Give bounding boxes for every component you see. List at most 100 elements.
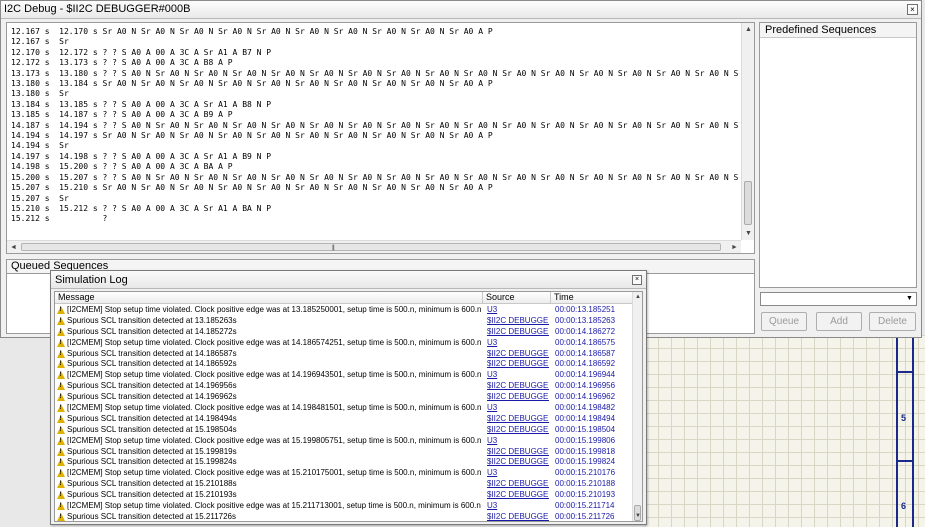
log-message: [I2CMEM] Stop setup time violated. Clock…	[67, 435, 481, 445]
close-icon[interactable]: ×	[907, 4, 918, 15]
log-message: Spurious SCL transition detected at 14.1…	[67, 381, 237, 391]
warning-icon	[57, 436, 65, 445]
column-header-time[interactable]: Time	[551, 292, 633, 304]
warning-icon	[57, 425, 65, 434]
log-source-link[interactable]: $II2C DEBUGGE...	[487, 479, 549, 490]
log-line[interactable]: 12.170 s 12.172 s ? ? S A0 A 00 A 3C A S…	[11, 48, 738, 58]
log-line[interactable]: 15.200 s 15.207 s ? ? S A0 N Sr A0 N Sr …	[11, 173, 738, 183]
log-source-link[interactable]: U3	[487, 403, 549, 414]
log-row[interactable]: [I2CMEM] Stop setup time violated. Clock…	[55, 436, 631, 447]
transaction-log[interactable]: 12.167 s 12.170 s Sr A0 N Sr A0 N Sr A0 …	[6, 22, 755, 254]
vertical-scrollbar[interactable]: ▲ ▼	[741, 23, 754, 240]
log-line[interactable]: 14.187 s 14.194 s ? ? S A0 N Sr A0 N Sr …	[11, 121, 738, 131]
log-row[interactable]: Spurious SCL transition detected at 15.2…	[55, 479, 631, 490]
log-time: 00:00:15.210188	[555, 479, 616, 489]
column-header-source[interactable]: Source	[483, 292, 551, 304]
log-source-link[interactable]: $II2C DEBUGGE...	[487, 359, 549, 370]
log-row[interactable]: [I2CMEM] Stop setup time violated. Clock…	[55, 305, 631, 316]
log-source-link[interactable]: $II2C DEBUGGE...	[487, 327, 549, 338]
log-row[interactable]: Spurious SCL transition detected at 14.1…	[55, 359, 631, 370]
grip-icon: |||	[332, 245, 335, 251]
log-row[interactable]: [I2CMEM] Stop setup time violated. Clock…	[55, 338, 631, 349]
window-titlebar[interactable]: I2C Debug - $II2C DEBUGGER#000B ×	[1, 1, 921, 19]
warning-icon	[57, 404, 65, 413]
log-row[interactable]: Spurious SCL transition detected at 15.1…	[55, 457, 631, 468]
scroll-down-icon[interactable]: ▼	[633, 511, 642, 521]
transaction-log-lines: 12.167 s 12.170 s Sr A0 N Sr A0 N Sr A0 …	[11, 27, 738, 225]
log-source-link[interactable]: $II2C DEBUGGE...	[487, 349, 549, 360]
log-source-link[interactable]: $II2C DEBUGGE...	[487, 316, 549, 327]
warning-icon	[57, 447, 65, 456]
log-row[interactable]: Spurious SCL transition detected at 15.2…	[55, 511, 631, 521]
log-source-link[interactable]: U3	[487, 436, 549, 447]
log-line[interactable]: 15.210 s 15.212 s ? ? S A0 A 00 A 3C A S…	[11, 204, 738, 214]
log-row[interactable]: [I2CMEM] Stop setup time violated. Clock…	[55, 370, 631, 381]
add-button[interactable]: Add	[816, 312, 862, 331]
column-header-message[interactable]: Message	[55, 292, 483, 304]
scroll-down-icon[interactable]: ▼	[742, 227, 754, 240]
log-source-link[interactable]: U3	[487, 370, 549, 381]
log-message: [I2CMEM] Stop setup time violated. Clock…	[67, 501, 481, 511]
scroll-left-icon[interactable]: ◄	[7, 241, 20, 253]
simulation-log-titlebar[interactable]: Simulation Log ×	[51, 271, 646, 289]
log-source-link[interactable]: U3	[487, 338, 549, 349]
log-source-link[interactable]: $II2C DEBUGGE...	[487, 425, 549, 436]
log-line[interactable]: 14.197 s 14.198 s ? ? S A0 A 00 A 3C A S…	[11, 152, 738, 162]
log-source-link[interactable]: $II2C DEBUGGE...	[487, 490, 549, 501]
log-source-link[interactable]: $II2C DEBUGGE...	[487, 414, 549, 425]
warning-icon	[57, 349, 65, 358]
log-row[interactable]: [I2CMEM] Stop setup time violated. Clock…	[55, 501, 631, 512]
log-line[interactable]: 13.184 s 13.185 s ? ? S A0 A 00 A 3C A S…	[11, 100, 738, 110]
log-row[interactable]: Spurious SCL transition detected at 14.1…	[55, 414, 631, 425]
scroll-up-icon[interactable]: ▲	[633, 292, 642, 302]
log-source-link[interactable]: $II2C DEBUGGE...	[487, 381, 549, 392]
log-row[interactable]: [I2CMEM] Stop setup time violated. Clock…	[55, 468, 631, 479]
log-source-link[interactable]: $II2C DEBUGGE...	[487, 392, 549, 403]
log-source-link[interactable]: U3	[487, 305, 549, 316]
log-line[interactable]: 13.180 s 13.184 s Sr A0 N Sr A0 N Sr A0 …	[11, 79, 738, 89]
log-line[interactable]: 15.207 s Sr	[11, 194, 738, 204]
log-source-link[interactable]: $II2C DEBUGGE...	[487, 447, 549, 458]
scroll-up-icon[interactable]: ▲	[742, 23, 754, 36]
log-time: 00:00:15.211726	[555, 511, 615, 521]
log-source-link[interactable]: U3	[487, 501, 549, 512]
scroll-thumb[interactable]	[744, 181, 752, 225]
log-line[interactable]: 15.207 s 15.210 s Sr A0 N Sr A0 N Sr A0 …	[11, 183, 738, 193]
log-row[interactable]: Spurious SCL transition detected at 14.1…	[55, 381, 631, 392]
log-row[interactable]: Spurious SCL transition detected at 14.1…	[55, 392, 631, 403]
log-line[interactable]: 12.167 s Sr	[11, 37, 738, 47]
queue-button[interactable]: Queue	[761, 312, 807, 331]
log-source-link[interactable]: $II2C DEBUGGE...	[487, 457, 549, 468]
vertical-scrollbar[interactable]: ▲ ▼	[632, 292, 642, 521]
log-row[interactable]: Spurious SCL transition detected at 15.2…	[55, 490, 631, 501]
log-time: 00:00:14.196956	[555, 381, 616, 391]
predefined-sequences-panel[interactable]: Predefined Sequences	[759, 22, 917, 288]
log-line[interactable]: 12.167 s 12.170 s Sr A0 N Sr A0 N Sr A0 …	[11, 27, 738, 37]
log-line[interactable]: 12.172 s 13.173 s ? ? S A0 A 00 A 3C A B…	[11, 58, 738, 68]
log-time: 00:00:15.211714	[555, 501, 615, 511]
log-source-link[interactable]: U3	[487, 468, 549, 479]
close-icon[interactable]: ×	[632, 275, 642, 285]
log-row[interactable]: Spurious SCL transition detected at 14.1…	[55, 349, 631, 360]
horizontal-scrollbar[interactable]: ◄ ||| ►	[7, 240, 741, 253]
log-row[interactable]: Spurious SCL transition detected at 15.1…	[55, 447, 631, 458]
log-line[interactable]: 15.212 s ?	[11, 214, 738, 224]
sequence-select[interactable]: ▼	[760, 292, 917, 306]
schematic-frame-line	[896, 460, 914, 462]
log-source-link[interactable]: $II2C DEBUGGE...	[487, 512, 549, 521]
simulation-log-grid[interactable]: Message Source Time [I2CMEM] Stop setup …	[54, 291, 643, 522]
chevron-down-icon[interactable]: ▼	[904, 294, 915, 304]
log-line[interactable]: 14.198 s 15.200 s ? ? S A0 A 00 A 3C A B…	[11, 162, 738, 172]
log-line[interactable]: 14.194 s 14.197 s Sr A0 N Sr A0 N Sr A0 …	[11, 131, 738, 141]
scroll-thumb[interactable]: |||	[21, 243, 721, 251]
delete-button[interactable]: Delete	[869, 312, 916, 331]
log-row[interactable]: Spurious SCL transition detected at 13.1…	[55, 316, 631, 327]
log-row[interactable]: Spurious SCL transition detected at 14.1…	[55, 327, 631, 338]
log-line[interactable]: 13.180 s Sr	[11, 89, 738, 99]
log-line[interactable]: 13.173 s 13.180 s ? ? S A0 N Sr A0 N Sr …	[11, 69, 738, 79]
scroll-right-icon[interactable]: ►	[728, 241, 741, 253]
log-row[interactable]: Spurious SCL transition detected at 15.1…	[55, 425, 631, 436]
log-row[interactable]: [I2CMEM] Stop setup time violated. Clock…	[55, 403, 631, 414]
log-line[interactable]: 13.185 s 14.187 s ? ? S A0 A 00 A 3C A B…	[11, 110, 738, 120]
log-line[interactable]: 14.194 s Sr	[11, 141, 738, 151]
